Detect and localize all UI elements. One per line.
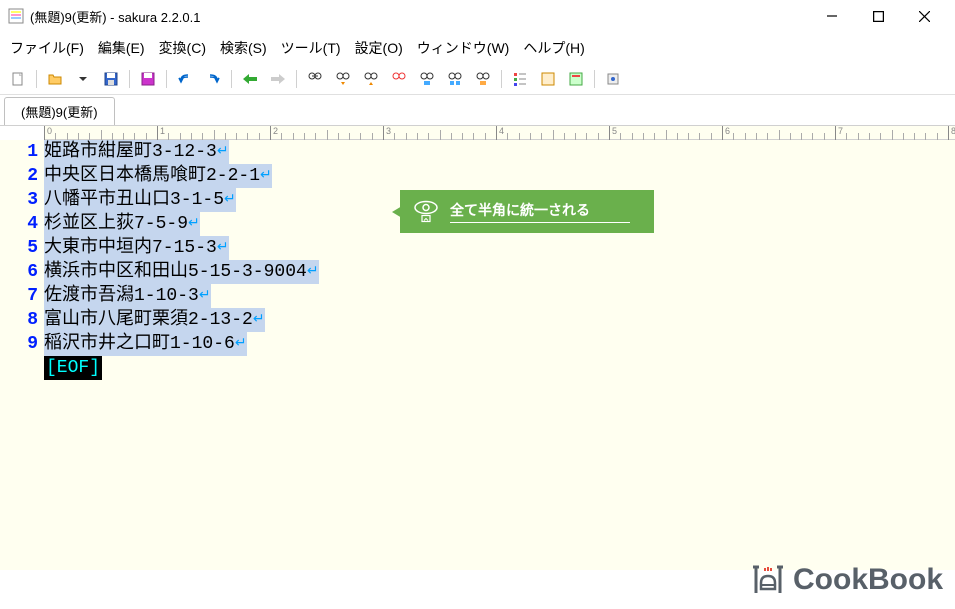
line-text: 横浜市中区和田山5-15-3-9004: [44, 260, 307, 284]
window-title: (無題)9(更新) - sakura 2.2.0.1: [30, 7, 809, 26]
mark-icon[interactable]: [415, 68, 439, 90]
search-prev-icon[interactable]: [359, 68, 383, 90]
new-file-icon[interactable]: [6, 68, 30, 90]
line-number: 8: [0, 308, 38, 332]
menu-setting[interactable]: 設定(O): [349, 34, 409, 62]
text-line[interactable]: 佐渡市吾潟1-10-3↵: [44, 284, 955, 308]
separator: [129, 70, 130, 88]
maximize-button[interactable]: [855, 0, 901, 32]
crlf-icon: ↵: [224, 188, 236, 212]
menu-edit[interactable]: 編集(E): [92, 34, 151, 62]
menu-window[interactable]: ウィンドウ(W): [411, 34, 516, 62]
line-text: 杉並区上荻7-5-9: [44, 212, 188, 236]
watermark: CookBook: [751, 563, 943, 597]
cookbook-icon: [751, 563, 785, 597]
tab-strip: (無題)9(更新): [0, 95, 955, 126]
outline-icon[interactable]: [508, 68, 532, 90]
line-text: 稲沢市井之口町1-10-6: [44, 332, 235, 356]
app-icon: [8, 8, 24, 24]
text-line[interactable]: 横浜市中区和田山5-15-3-9004↵: [44, 260, 955, 284]
arrow-left-icon[interactable]: [238, 68, 262, 90]
crlf-icon: ↵: [199, 284, 211, 308]
minimize-button[interactable]: [809, 0, 855, 32]
separator: [296, 70, 297, 88]
open-file-icon[interactable]: [43, 68, 67, 90]
line-number: 6: [0, 260, 38, 284]
crlf-icon: ↵: [253, 308, 265, 332]
text-line[interactable]: 稲沢市井之口町1-10-6↵: [44, 332, 955, 356]
crlf-icon: ↵: [217, 140, 229, 164]
line-number: 5: [0, 236, 38, 260]
type-icon[interactable]: [536, 68, 560, 90]
menu-bar: ファイル(F) 編集(E) 変換(C) 検索(S) ツール(T) 設定(O) ウ…: [0, 32, 955, 64]
text-line[interactable]: 姫路市紺屋町3-12-3↵: [44, 140, 955, 164]
search-next-icon[interactable]: [331, 68, 355, 90]
menu-search[interactable]: 検索(S): [214, 34, 273, 62]
separator: [36, 70, 37, 88]
line-text: 富山市八尾町栗須2-13-2: [44, 308, 253, 332]
save-all-icon[interactable]: [136, 68, 160, 90]
line-number: 1: [0, 140, 38, 164]
eye-icon: [412, 196, 440, 227]
separator: [231, 70, 232, 88]
line-text: 八幡平市丑山口3-1-5: [44, 188, 224, 212]
ruler: 012345678: [44, 126, 955, 140]
toolbar: [0, 64, 955, 95]
separator: [501, 70, 502, 88]
line-text: 佐渡市吾潟1-10-3: [44, 284, 199, 308]
eof-marker: [EOF]: [44, 356, 102, 380]
line-text: 姫路市紺屋町3-12-3: [44, 140, 217, 164]
replace-icon[interactable]: [387, 68, 411, 90]
text-line[interactable]: 中央区日本橋馬喰町2-2-1↵: [44, 164, 955, 188]
crlf-icon: ↵: [307, 260, 319, 284]
menu-tool[interactable]: ツール(T): [275, 34, 347, 62]
menu-convert[interactable]: 変換(C): [153, 34, 212, 62]
watermark-text: CookBook: [793, 563, 943, 597]
crlf-icon: ↵: [235, 332, 247, 356]
editor-content[interactable]: 姫路市紺屋町3-12-3↵中央区日本橋馬喰町2-2-1↵八幡平市丑山口3-1-5…: [44, 140, 955, 380]
arrow-right-icon[interactable]: [266, 68, 290, 90]
search-icon[interactable]: [303, 68, 327, 90]
crlf-icon: ↵: [188, 212, 200, 236]
separator: [594, 70, 595, 88]
line-text: 大東市中垣内7-15-3: [44, 236, 217, 260]
text-line[interactable]: 大東市中垣内7-15-3↵: [44, 236, 955, 260]
text-line[interactable]: 富山市八尾町栗須2-13-2↵: [44, 308, 955, 332]
redo-icon[interactable]: [201, 68, 225, 90]
close-button[interactable]: [901, 0, 947, 32]
dropdown-icon[interactable]: [71, 68, 95, 90]
crlf-icon: ↵: [217, 236, 229, 260]
line-number-gutter: 123456789: [0, 140, 44, 380]
mark-next-icon[interactable]: [443, 68, 467, 90]
undo-icon[interactable]: [173, 68, 197, 90]
annotation-callout: 全て半角に統一される: [400, 190, 654, 233]
line-number: 7: [0, 284, 38, 308]
line-number: 4: [0, 212, 38, 236]
document-tab[interactable]: (無題)9(更新): [4, 97, 115, 125]
menu-file[interactable]: ファイル(F): [4, 34, 90, 62]
annotation-text: 全て半角に統一される: [450, 200, 630, 223]
record-icon[interactable]: [601, 68, 625, 90]
line-text: 中央区日本橋馬喰町2-2-1: [44, 164, 260, 188]
save-icon[interactable]: [99, 68, 123, 90]
settings-icon[interactable]: [564, 68, 588, 90]
line-number: 2: [0, 164, 38, 188]
grep-icon[interactable]: [471, 68, 495, 90]
line-number: 3: [0, 188, 38, 212]
crlf-icon: ↵: [260, 164, 272, 188]
title-bar: (無題)9(更新) - sakura 2.2.0.1: [0, 0, 955, 32]
menu-help[interactable]: ヘルプ(H): [517, 34, 590, 62]
separator: [166, 70, 167, 88]
line-number: 9: [0, 332, 38, 356]
